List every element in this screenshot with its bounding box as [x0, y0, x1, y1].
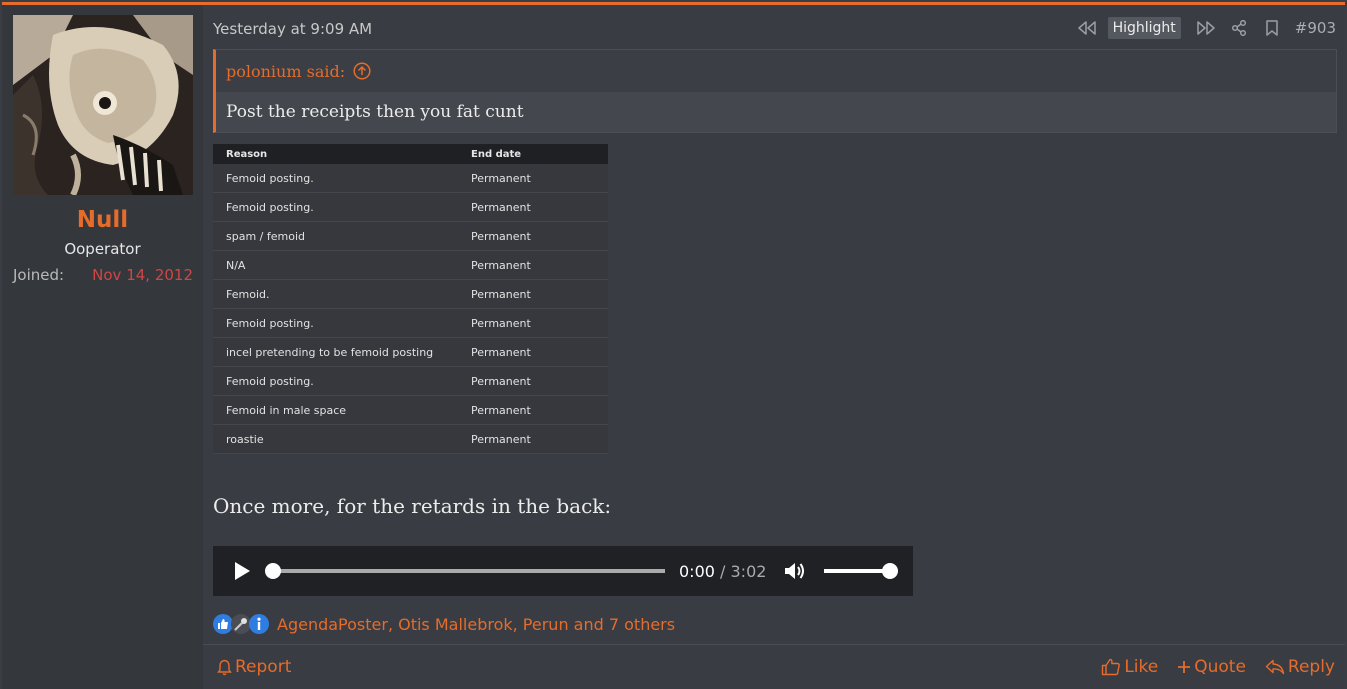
end-date-cell: Permanent: [471, 432, 531, 446]
report-button[interactable]: Report: [217, 657, 291, 677]
ban-table-image[interactable]: Reason End date Femoid posting. Permanent…: [213, 144, 608, 454]
audio-player: 0:00 / 3:02: [213, 546, 913, 596]
like-label: Like: [1124, 657, 1159, 677]
info-icon[interactable]: [249, 614, 269, 634]
quote-author[interactable]: polonium said:: [226, 62, 345, 81]
report-label: Report: [235, 657, 292, 677]
user-title: Ooperator: [64, 240, 141, 258]
quote-label: Quote: [1194, 657, 1246, 677]
audio-progress-slider[interactable]: [265, 563, 665, 579]
audio-time: 0:00 / 3:02: [679, 562, 766, 581]
reply-button[interactable]: Reply: [1265, 657, 1335, 677]
reaction-users-link[interactable]: AgendaPoster, Otis Mallebrok, Perun and …: [277, 615, 675, 634]
time-separator: /: [714, 561, 731, 581]
volume-icon[interactable]: [784, 561, 808, 581]
column-header-end-date: End date: [471, 148, 522, 160]
table-header-row: Reason End date: [213, 144, 608, 164]
end-date-cell: Permanent: [471, 171, 531, 185]
table-row: Femoid. Permanent: [213, 280, 608, 309]
joined-date: Nov 14, 2012: [92, 266, 193, 284]
footer-actions: Like Quote Reply: [1082, 657, 1335, 677]
post-body-text: Once more, for the retards in the back:: [213, 494, 612, 518]
reason-cell: incel pretending to be femoid posting: [226, 345, 434, 359]
thumbs-up-icon[interactable]: [213, 614, 233, 634]
reason-cell: Femoid posting.: [226, 374, 314, 388]
post-number-link[interactable]: #903: [1295, 19, 1336, 37]
bell-icon: [217, 659, 232, 675]
table-row: Femoid posting. Permanent: [213, 309, 608, 338]
avatar-image: [13, 15, 193, 195]
reason-cell: Femoid posting.: [226, 171, 314, 185]
thumbs-up-outline-icon: [1102, 658, 1121, 676]
fast-forward-icon[interactable]: [1190, 21, 1223, 35]
post-timestamp[interactable]: Yesterday at 9:09 AM: [213, 20, 372, 38]
column-header-reason: Reason: [226, 148, 268, 160]
volume-thumb[interactable]: [882, 563, 899, 579]
end-date-cell: Permanent: [471, 287, 531, 301]
table-row: spam / femoid Permanent: [213, 222, 608, 251]
end-date-cell: Permanent: [471, 200, 531, 214]
end-date-cell: Permanent: [471, 229, 531, 243]
end-date-cell: Permanent: [471, 374, 531, 388]
post-footer: Report Like Quote Reply: [203, 644, 1345, 689]
microphone-icon[interactable]: [231, 614, 251, 634]
reply-label: Reply: [1287, 657, 1335, 677]
duration: 3:02: [730, 561, 767, 581]
end-date-cell: Permanent: [471, 403, 531, 417]
reason-cell: Femoid posting.: [226, 200, 314, 214]
reason-cell: Femoid.: [226, 287, 270, 301]
quote-button[interactable]: Quote: [1177, 657, 1246, 677]
reason-cell: Femoid posting.: [226, 316, 314, 330]
quote-block: polonium said: Post the receipts then yo…: [213, 49, 1337, 133]
user-info-panel: Null Ooperator Joined: Nov 14, 2012: [2, 5, 203, 689]
end-date-cell: Permanent: [471, 258, 531, 272]
table-row: Femoid posting. Permanent: [213, 193, 608, 222]
highlight-button[interactable]: Highlight: [1107, 17, 1181, 39]
table-row: Femoid posting. Permanent: [213, 367, 608, 396]
rewind-icon[interactable]: [1071, 21, 1104, 35]
volume-slider[interactable]: [824, 563, 899, 579]
reply-icon: [1265, 659, 1285, 675]
plus-icon: [1178, 661, 1191, 673]
bookmark-icon[interactable]: [1256, 20, 1289, 36]
reason-cell: spam / femoid: [226, 229, 305, 243]
progress-thumb[interactable]: [265, 563, 281, 579]
post-main: Yesterday at 9:09 AM Highlight #903 polo…: [203, 5, 1345, 689]
share-icon[interactable]: [1223, 20, 1256, 36]
quote-header[interactable]: polonium said:: [216, 50, 1336, 92]
joined-label: Joined:: [13, 266, 65, 284]
current-time: 0:00: [679, 561, 715, 581]
end-date-cell: Permanent: [471, 345, 531, 359]
avatar[interactable]: [13, 15, 193, 195]
like-button[interactable]: Like: [1101, 657, 1158, 677]
quote-text: Post the receipts then you fat cunt: [216, 92, 1336, 132]
reason-cell: Femoid in male space: [226, 403, 347, 417]
table-row: roastie Permanent: [213, 425, 608, 454]
table-row: Femoid in male space Permanent: [213, 396, 608, 425]
jump-up-icon[interactable]: [353, 62, 371, 80]
post-actions: Highlight #903: [1071, 16, 1336, 40]
post-container: Null Ooperator Joined: Nov 14, 2012 Yest…: [2, 2, 1345, 689]
reason-cell: roastie: [226, 432, 264, 446]
table-row: incel pretending to be femoid posting Per…: [213, 338, 608, 367]
username[interactable]: Null: [2, 207, 203, 233]
table-row: Femoid posting. Permanent: [213, 164, 608, 193]
reactions-bar: AgendaPoster, Otis Mallebrok, Perun and …: [213, 612, 675, 636]
table-row: N/A Permanent: [213, 251, 608, 280]
end-date-cell: Permanent: [471, 316, 531, 330]
reason-cell: N/A: [226, 258, 246, 272]
